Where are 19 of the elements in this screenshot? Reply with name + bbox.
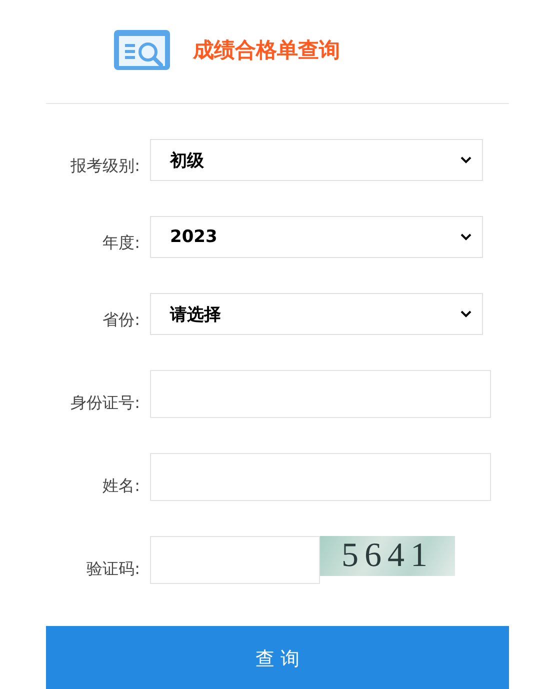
field-label: 验证码: xyxy=(86,559,140,580)
field-label: 年度: xyxy=(102,233,140,254)
field-label: 报考级别: xyxy=(70,156,140,177)
field-label: 身份证号: xyxy=(70,393,140,414)
chevron-down-icon xyxy=(460,233,472,241)
input-field[interactable] xyxy=(150,453,491,501)
input-field[interactable] xyxy=(150,536,320,584)
chevron-down-icon xyxy=(460,156,472,164)
page-title: 成绩合格单查询 xyxy=(193,37,340,64)
search-button[interactable]: 查 询 xyxy=(46,626,509,689)
chevron-down-icon xyxy=(460,310,472,318)
select-field[interactable]: 2023 xyxy=(150,216,483,258)
field-label: 姓名: xyxy=(102,476,140,497)
select-field[interactable]: 初级 xyxy=(150,139,483,181)
field-label: 省份: xyxy=(102,310,140,331)
input-field[interactable] xyxy=(150,370,491,418)
captcha-image[interactable]: 5641 xyxy=(320,536,455,576)
select-field[interactable]: 请选择 xyxy=(150,293,483,335)
search-document-icon xyxy=(113,29,171,71)
